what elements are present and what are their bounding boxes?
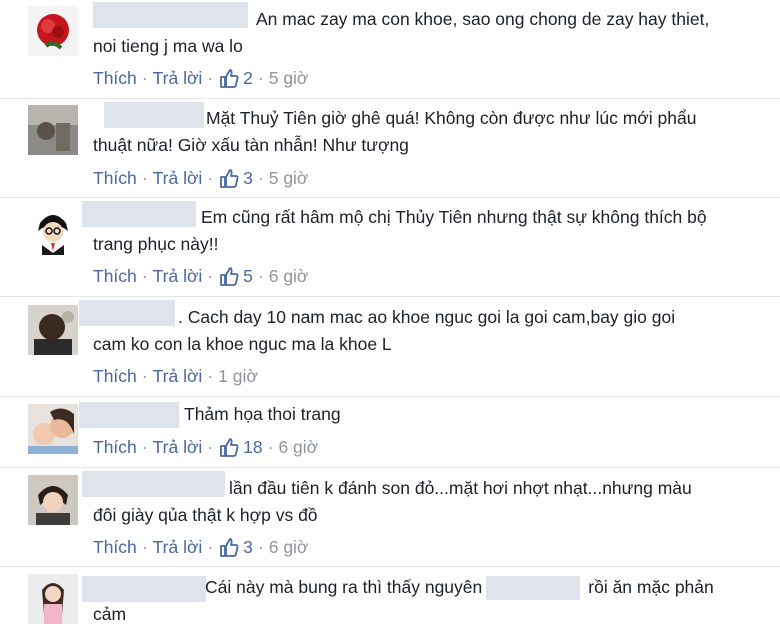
- like-count: 5: [243, 265, 253, 286]
- timestamp[interactable]: 5 giờ: [269, 168, 309, 189]
- separator: ·: [257, 265, 264, 286]
- like-count-button[interactable]: 18: [218, 436, 263, 458]
- thumbs-up-icon: [220, 438, 239, 457]
- thumbs-up-icon: [220, 538, 239, 557]
- comment-text: Em cũng rất hâm mộ chị Thủy Tiên nhưng t…: [93, 207, 707, 254]
- separator: ·: [207, 265, 214, 286]
- comment-item: Em cũng rất hâm mộ chị Thủy Tiên nhưng t…: [0, 199, 780, 299]
- like-count-button[interactable]: 5: [218, 265, 253, 287]
- comment-text: Thảm họa thoi trang: [184, 404, 341, 424]
- separator: ·: [207, 536, 214, 557]
- avatar[interactable]: [28, 404, 78, 454]
- timestamp[interactable]: 6 giờ: [278, 437, 318, 458]
- avatar[interactable]: [28, 305, 78, 355]
- like-link[interactable]: Thích: [93, 366, 137, 387]
- divider: [0, 98, 780, 99]
- avatar[interactable]: [28, 6, 78, 56]
- timestamp[interactable]: 1 giờ: [218, 366, 258, 387]
- timestamp[interactable]: 6 giờ: [269, 537, 309, 558]
- divider: [0, 396, 780, 397]
- reply-link[interactable]: Trả lời: [153, 266, 203, 287]
- separator: ·: [141, 265, 148, 286]
- separator: ·: [207, 366, 214, 386]
- avatar[interactable]: [28, 105, 78, 155]
- divider: [0, 467, 780, 468]
- divider: [0, 566, 780, 567]
- thumbs-up-icon: [220, 267, 239, 286]
- like-count-button[interactable]: 3: [218, 167, 253, 189]
- comment-item: An mac zay ma con khoe, sao ong chong de…: [0, 0, 780, 100]
- comment-text: lần đầu tiên k đánh son đỏ...mặt hơi nhợ…: [93, 478, 692, 525]
- thumbs-up-icon: [220, 69, 239, 88]
- avatar[interactable]: [28, 205, 78, 255]
- separator: ·: [141, 366, 148, 386]
- comment-actions: Thích · Trả lời · 3 · 5 giờ: [93, 167, 308, 189]
- separator: ·: [257, 67, 264, 88]
- like-link[interactable]: Thích: [93, 437, 137, 458]
- separator: ·: [267, 436, 274, 457]
- timestamp[interactable]: 6 giờ: [269, 266, 309, 287]
- like-count: 3: [243, 536, 253, 557]
- avatar[interactable]: [28, 574, 78, 624]
- like-count: 3: [243, 167, 253, 188]
- reply-link[interactable]: Trả lời: [153, 537, 203, 558]
- comment-text: Cái này mà bung ra thì thấy nguyên rồi ăn…: [93, 574, 714, 628]
- thumbs-up-icon: [220, 169, 239, 188]
- like-count-button[interactable]: 3: [218, 536, 253, 558]
- like-count-button[interactable]: 2: [218, 67, 253, 89]
- like-count: 18: [243, 436, 263, 457]
- comment-actions: Thích · Trả lời · 3 · 6 giờ: [93, 536, 308, 558]
- reply-link[interactable]: Trả lời: [153, 168, 203, 189]
- separator: ·: [257, 167, 264, 188]
- separator: ·: [257, 536, 264, 557]
- reply-link[interactable]: Trả lời: [153, 68, 203, 89]
- comment-actions: Thích · Trả lời · 5 · 6 giờ: [93, 265, 308, 287]
- comment-text-start: Cái này mà bung ra thì thấy nguyên: [205, 577, 483, 597]
- comment-item: . Cach day 10 nam mac ao khoe nguc goi l…: [0, 298, 780, 398]
- separator: ·: [207, 436, 214, 457]
- like-count: 2: [243, 67, 253, 88]
- separator: ·: [207, 67, 214, 88]
- comment-text: . Cach day 10 nam mac ao khoe nguc goi l…: [93, 307, 676, 354]
- comment-text: Mặt Thuỷ Tiên giờ ghê quá! Không còn đượ…: [93, 108, 697, 155]
- comment-text: An mac zay ma con khoe, sao ong chong de…: [93, 9, 710, 56]
- comment-actions: Thích · Trả lời · 1 giờ: [93, 366, 258, 387]
- reply-link[interactable]: Trả lời: [153, 437, 203, 458]
- comment-actions: Thích · Trả lời · 2 · 5 giờ: [93, 67, 308, 89]
- separator: ·: [141, 67, 148, 88]
- divider: [0, 296, 780, 297]
- like-link[interactable]: Thích: [93, 168, 137, 189]
- author-name[interactable]: [79, 402, 179, 428]
- comment-item: Thảm họa thoi trang Thích · Trả lời · 18…: [0, 398, 780, 468]
- comment-item: Cái này mà bung ra thì thấy nguyên rồi ăn…: [0, 568, 780, 637]
- redacted-name: [486, 576, 581, 601]
- timestamp[interactable]: 5 giờ: [269, 68, 309, 89]
- divider: [0, 197, 780, 198]
- avatar[interactable]: [28, 475, 78, 525]
- separator: ·: [141, 536, 148, 557]
- comment-actions: Thích · Trả lời · 18 · 6 giờ: [93, 436, 318, 458]
- separator: ·: [141, 167, 148, 188]
- reply-link[interactable]: Trả lời: [153, 366, 203, 387]
- like-link[interactable]: Thích: [93, 266, 137, 287]
- like-link[interactable]: Thích: [93, 537, 137, 558]
- separator: ·: [207, 167, 214, 188]
- comment-item: lần đầu tiên k đánh son đỏ...mặt hơi nhợ…: [0, 469, 780, 569]
- like-link[interactable]: Thích: [93, 68, 137, 89]
- comment-item: Mặt Thuỷ Tiên giờ ghê quá! Không còn đượ…: [0, 100, 780, 200]
- separator: ·: [141, 436, 148, 457]
